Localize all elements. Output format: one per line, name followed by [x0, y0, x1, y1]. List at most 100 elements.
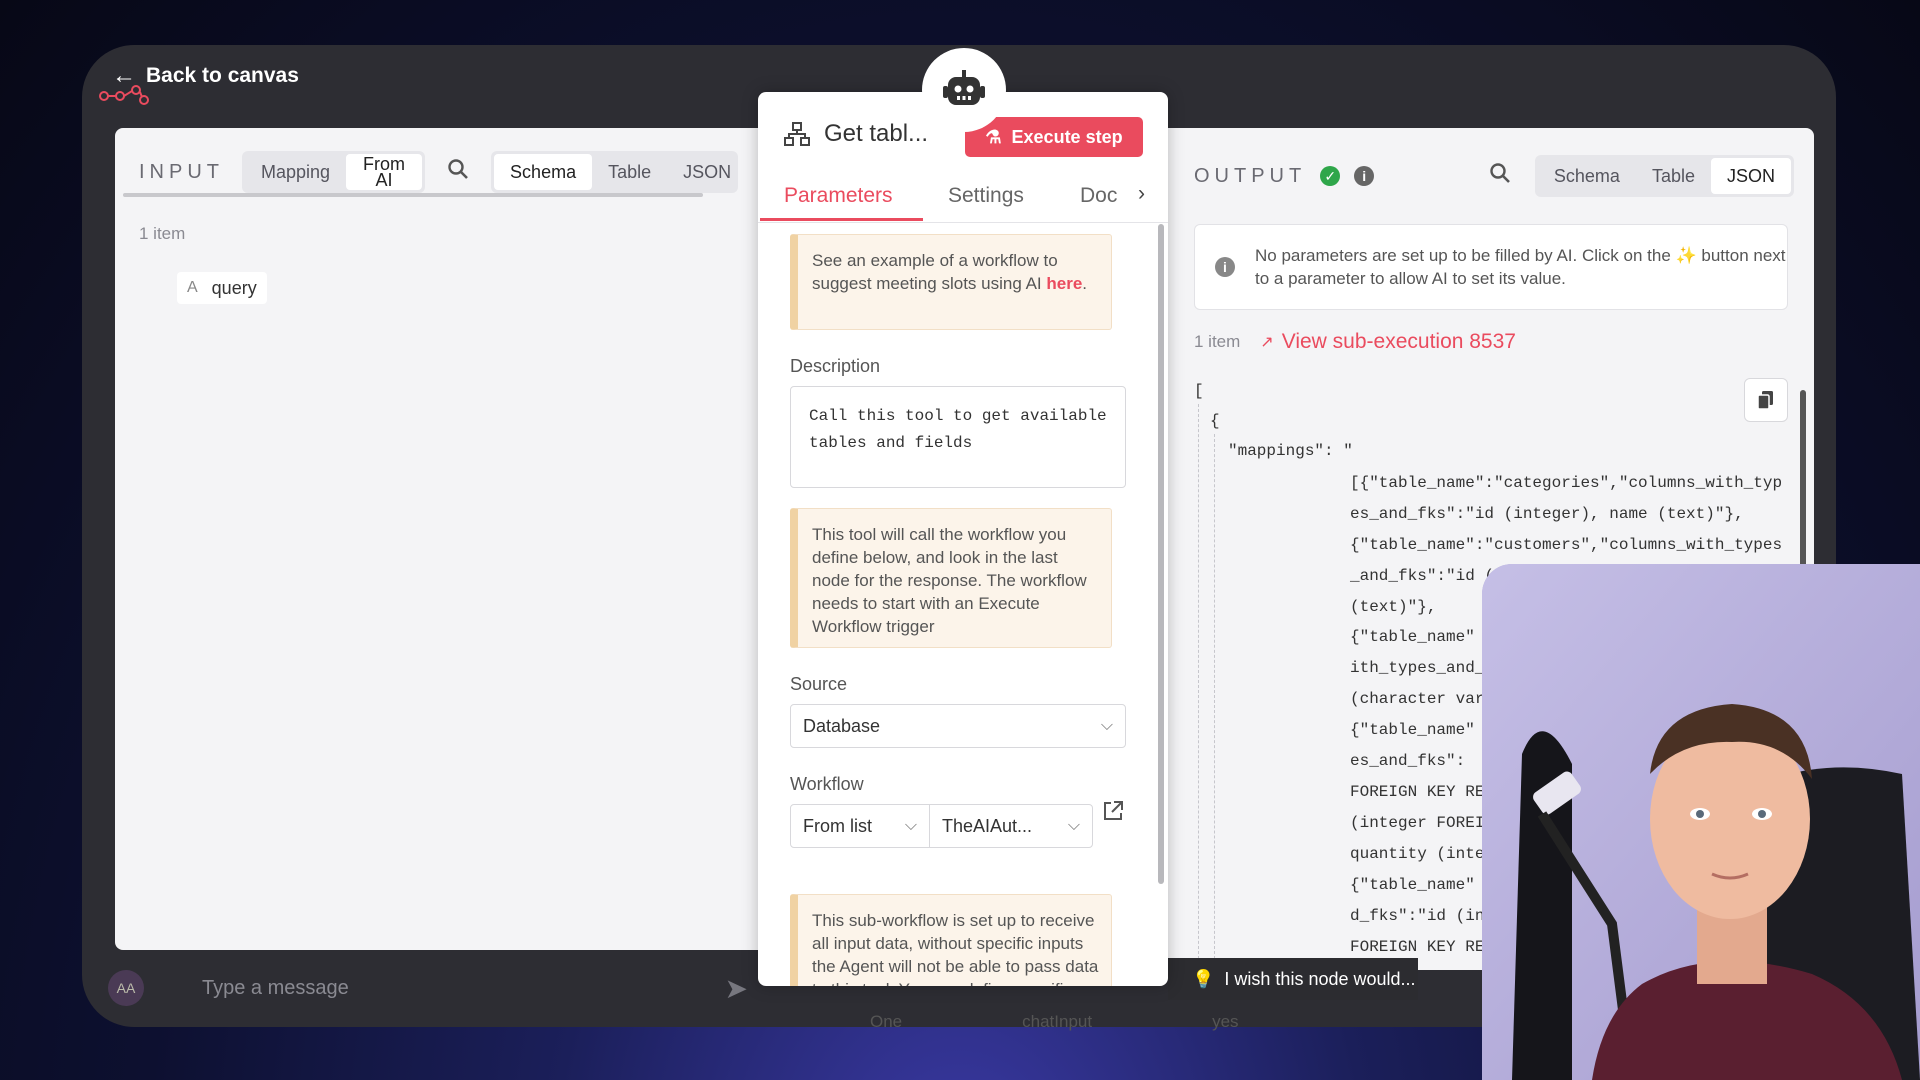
- ai-agent-robot-icon: [922, 48, 1006, 132]
- source-label: Source: [790, 674, 848, 694]
- tool-info-callout: This tool will call the workflow you def…: [790, 508, 1112, 648]
- tab-json[interactable]: JSON: [1710, 158, 1791, 194]
- example-text: See an example of a workflow to suggest …: [812, 251, 1058, 293]
- tab-from-ai[interactable]: From AI: [346, 154, 423, 190]
- tab-json[interactable]: JSON: [667, 154, 735, 190]
- tab-settings[interactable]: Settings: [948, 184, 1024, 208]
- avatar: AA: [108, 970, 144, 1006]
- json-line: (character var: [1350, 690, 1485, 708]
- row-col-1: One: [870, 1012, 903, 1031]
- json-line: d_fks":"id (in: [1350, 907, 1485, 925]
- workflow-mode-value: From list: [803, 815, 872, 836]
- chevron-down-icon: ⌵: [1067, 817, 1080, 834]
- chat-bar: AA Type a message ➤: [108, 962, 768, 1014]
- json-line: {: [1210, 412, 1220, 430]
- external-link-icon: ↗: [1260, 334, 1274, 351]
- info-icon[interactable]: i: [1354, 166, 1375, 186]
- node-title-area: Get tabl...: [784, 120, 928, 148]
- tab-table[interactable]: Table: [1636, 158, 1711, 194]
- input-view-tabs: Schema Table JSON: [491, 151, 739, 193]
- feedback-text: I wish this node would...: [1224, 968, 1416, 989]
- output-items-row: 1 item ↗ View sub-execution 8537: [1194, 330, 1516, 354]
- json-line: {"table_name":"customers","columns_with_…: [1350, 536, 1783, 554]
- search-icon[interactable]: [447, 158, 469, 186]
- chevron-right-icon[interactable]: ›: [1138, 182, 1145, 206]
- subexecution-label: View sub-execution 8537: [1281, 330, 1516, 353]
- output-item-count: 1 item: [1194, 332, 1241, 351]
- json-line: ith_types_and_: [1350, 659, 1485, 677]
- source-select[interactable]: Database ⌵: [790, 704, 1126, 748]
- json-line: quantity (inte: [1350, 845, 1485, 863]
- info-icon: i: [1215, 257, 1235, 277]
- example-here-link[interactable]: here: [1046, 274, 1082, 293]
- execute-label: Execute step: [1011, 126, 1123, 147]
- json-indent-guide: [1214, 434, 1215, 964]
- schema-field-chip[interactable]: A query: [177, 272, 267, 304]
- json-line: (text)"},: [1350, 598, 1437, 616]
- execute-step-button[interactable]: ⚗ Execute step: [965, 117, 1143, 157]
- tab-schema[interactable]: Schema: [494, 154, 593, 190]
- feedback-bar[interactable]: 💡 I wish this node would...: [1168, 958, 1418, 1000]
- row-col-3: yes: [1212, 1012, 1239, 1031]
- output-title: OUTPUT: [1194, 164, 1307, 187]
- input-panel: INPUT Mapping From AI Schema Table JSON …: [115, 128, 765, 950]
- workflow-value: TheAIAut...: [942, 815, 1033, 836]
- chat-input[interactable]: Type a message: [202, 977, 725, 1000]
- presenter-video: [1482, 564, 1920, 1080]
- string-type-icon: A: [187, 279, 198, 296]
- workflow-mode-select[interactable]: From list ⌵: [790, 804, 930, 848]
- input-mode-tabs: Mapping From AI: [242, 151, 426, 193]
- lightbulb-icon: 💡: [1192, 968, 1215, 989]
- json-line: {"table_name": [1350, 628, 1475, 646]
- subworkflow-callout: This sub-workflow is set up to receive a…: [790, 894, 1112, 986]
- json-line: es_and_fks":"id (integer), name (text)"}…: [1350, 505, 1744, 523]
- tab-schema[interactable]: Schema: [1538, 158, 1636, 194]
- json-line: {"table_name": [1350, 721, 1475, 739]
- description-field[interactable]: Call this tool to get available tables a…: [790, 386, 1126, 488]
- workflow-select[interactable]: TheAIAut... ⌵: [929, 804, 1093, 848]
- arrow-left-icon: ←: [112, 62, 136, 89]
- back-to-canvas-link[interactable]: ← Back to canvas: [112, 62, 299, 90]
- chevron-down-icon: ⌵: [904, 817, 917, 834]
- vertical-scrollbar[interactable]: [1158, 224, 1164, 884]
- chevron-down-icon: ⌵: [1100, 717, 1113, 734]
- copy-icon: [1757, 391, 1773, 410]
- json-line: [: [1194, 382, 1204, 400]
- output-view-tabs: Schema Table JSON: [1534, 155, 1794, 197]
- json-indent-guide: [1198, 404, 1199, 964]
- json-line: FOREIGN KEY RE: [1350, 938, 1485, 956]
- node-title[interactable]: Get tabl...: [824, 120, 928, 148]
- json-line: FOREIGN KEY RE: [1350, 783, 1485, 801]
- sitemap-icon: [784, 122, 810, 146]
- open-external-icon[interactable]: [1102, 800, 1124, 822]
- tab-parameters[interactable]: Parameters: [784, 184, 893, 208]
- tab-mapping[interactable]: Mapping: [245, 154, 346, 190]
- notice-text: No parameters are set up to be filled by…: [1255, 246, 1786, 288]
- input-item-count: 1 item: [139, 224, 186, 243]
- json-line: [{"table_name":"categories","columns_wit…: [1350, 474, 1783, 492]
- tab-table[interactable]: Table: [592, 154, 667, 190]
- workflow-label: Workflow: [790, 774, 864, 794]
- view-subexecution-link[interactable]: ↗ View sub-execution 8537: [1260, 330, 1516, 354]
- node-parameters-panel: Get tabl... ⚗ Execute step Parameters Se…: [758, 92, 1168, 986]
- flask-icon: ⚗: [985, 126, 1002, 147]
- copy-button[interactable]: [1744, 378, 1788, 422]
- active-tab-indicator: [760, 218, 923, 221]
- search-icon[interactable]: [1489, 162, 1511, 190]
- success-check-icon: ✓: [1320, 166, 1341, 186]
- output-header: OUTPUT ✓ i Schema Table JSON: [1194, 154, 1794, 198]
- node-tabs: Parameters Settings Doc ›: [758, 176, 1168, 223]
- send-icon[interactable]: ➤: [725, 972, 748, 1005]
- ai-parameters-notice: i No parameters are set up to be filled …: [1194, 224, 1788, 310]
- horizontal-scrollbar[interactable]: [123, 193, 703, 197]
- field-name: query: [211, 277, 257, 298]
- row-col-2: chatInput: [1022, 1012, 1093, 1031]
- example-end: .: [1082, 274, 1088, 293]
- tab-docs[interactable]: Doc: [1080, 184, 1117, 208]
- json-line: es_and_fks":: [1350, 752, 1466, 770]
- webcam-overlay: [1482, 564, 1920, 1080]
- background-table-row: One chatInput yes: [870, 1012, 1239, 1032]
- source-value: Database: [803, 715, 881, 736]
- json-line: {"table_name": [1350, 876, 1475, 894]
- json-line: "mappings": ": [1228, 442, 1353, 460]
